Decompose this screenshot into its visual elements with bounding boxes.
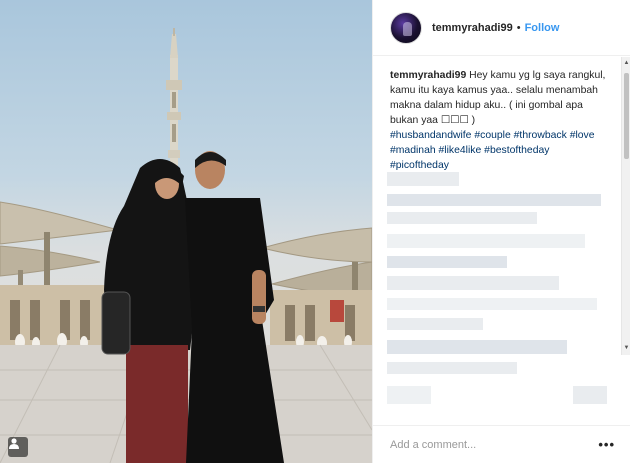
header-separator: • — [516, 21, 521, 34]
hashtag-link[interactable]: #love — [570, 130, 595, 141]
scroll-up-arrow-icon[interactable]: ▲ — [623, 59, 630, 68]
follow-button[interactable]: Follow — [525, 22, 560, 34]
hashtag-link[interactable]: #picoftheday — [390, 160, 449, 171]
blurred-comments — [373, 172, 621, 422]
blurred-comment — [387, 276, 559, 290]
umbrella-left — [0, 201, 119, 277]
caption-username[interactable]: temmyrahadi99 — [390, 70, 466, 81]
header-username[interactable]: temmyrahadi99 — [432, 22, 513, 34]
blurred-comment — [387, 318, 483, 330]
scroll-down-arrow-icon[interactable]: ▼ — [623, 344, 630, 353]
person-glyph — [9, 438, 19, 449]
hashtag-link[interactable]: #madinah — [390, 145, 436, 156]
comment-bar: ••• — [373, 425, 630, 463]
more-options-icon[interactable]: ••• — [598, 437, 615, 452]
hashtag-link[interactable]: #couple — [474, 130, 510, 141]
hashtag-link[interactable]: #like4like — [439, 145, 482, 156]
blurred-comment — [387, 172, 459, 186]
blurred-comment — [573, 386, 607, 404]
user-tag-icon[interactable] — [8, 437, 28, 457]
blurred-comment — [387, 234, 585, 248]
blurred-comment — [387, 340, 567, 354]
blurred-comment — [387, 256, 507, 268]
caption: temmyrahadi99 Hey kamu yg lg saya rangku… — [390, 68, 607, 173]
photo-scene — [0, 28, 372, 463]
blurred-comment — [387, 362, 517, 374]
blurred-comment — [387, 194, 601, 206]
comments-list: temmyrahadi99 Hey kamu yg lg saya rangku… — [373, 57, 621, 423]
comment-input[interactable] — [390, 438, 599, 451]
scroll-thumb[interactable] — [624, 73, 629, 159]
avatar[interactable] — [390, 11, 422, 44]
blurred-comment — [387, 386, 431, 404]
blurred-comment — [387, 212, 537, 224]
hashtag-link[interactable]: #husbandandwife — [390, 130, 471, 141]
person-man — [185, 151, 284, 463]
comments-scrollbar[interactable]: ▲ ▼ — [621, 57, 630, 355]
blurred-comment — [387, 298, 597, 310]
post-header: temmyrahadi99 • Follow — [373, 0, 630, 56]
hashtag-link[interactable]: #bestoftheday — [484, 145, 549, 156]
hashtag-link[interactable]: #throwback — [514, 130, 567, 141]
post-sidebar: temmyrahadi99 • Follow temmyrahadi99 Hey… — [372, 0, 630, 463]
post-photo[interactable] — [0, 0, 372, 463]
